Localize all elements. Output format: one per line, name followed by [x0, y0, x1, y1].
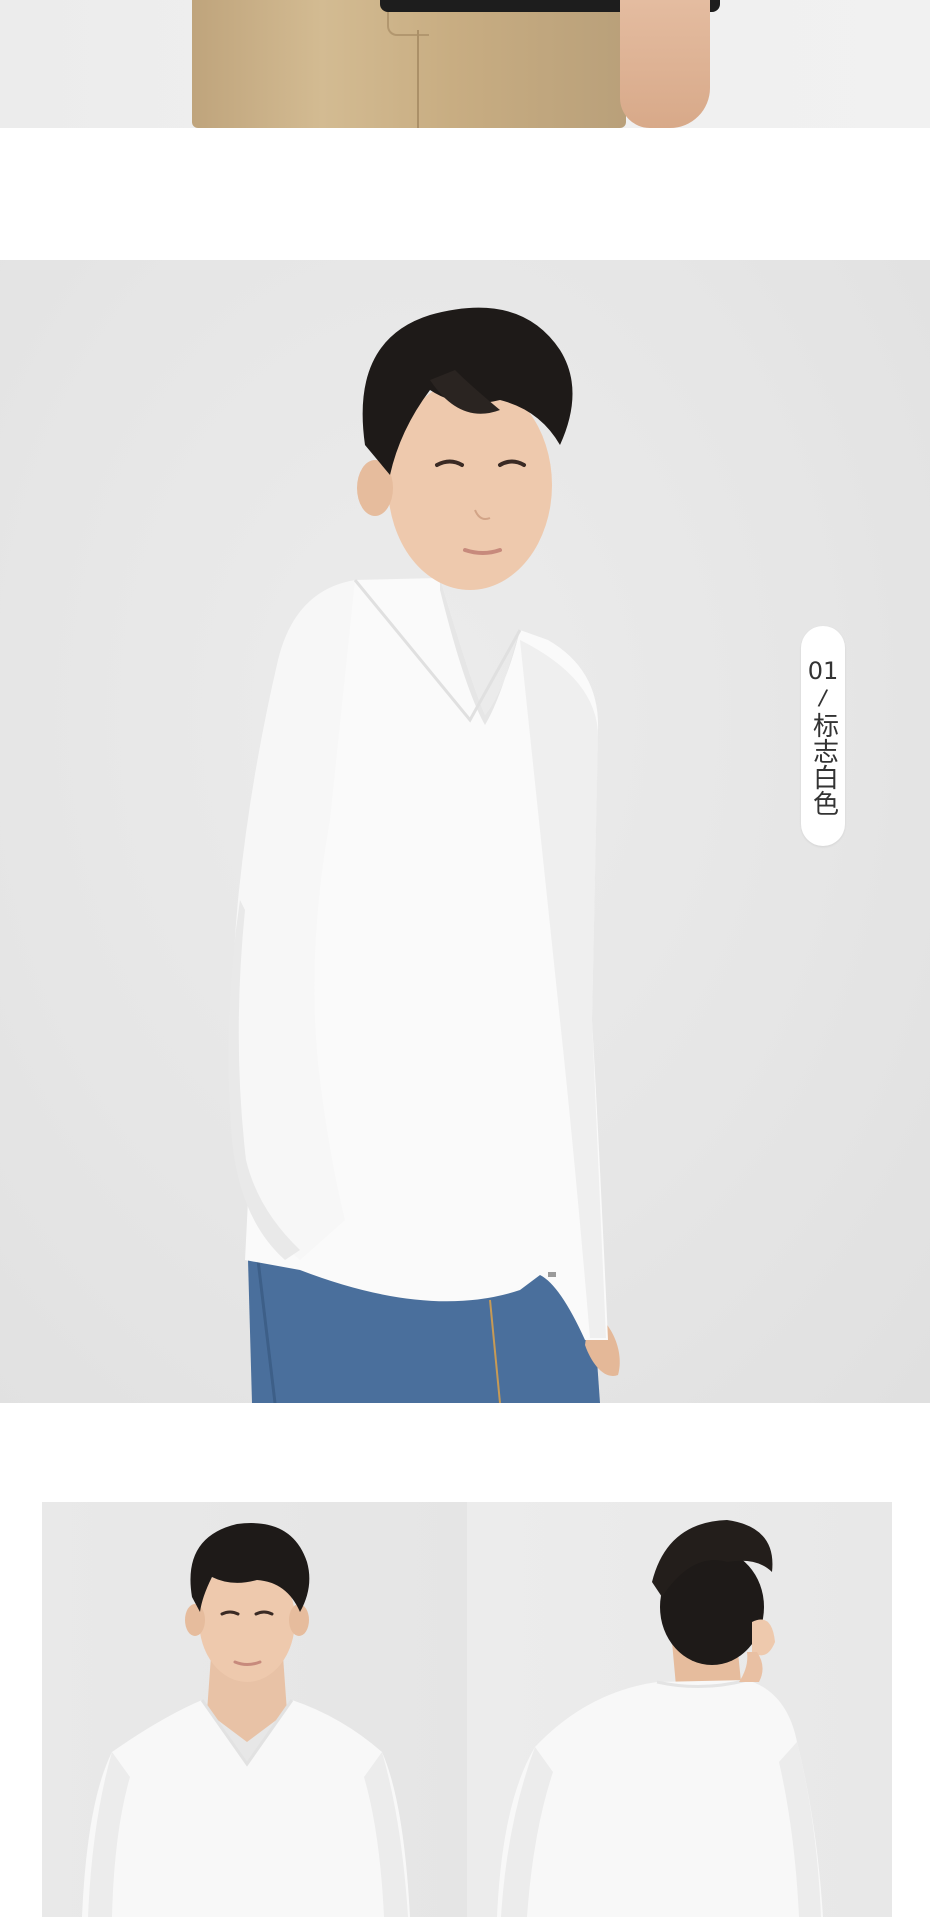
color-tag-number: 01	[807, 657, 839, 685]
back-shirt	[497, 1680, 823, 1917]
top-product-photo	[0, 0, 930, 128]
color-tag-separator: /	[817, 685, 829, 712]
back-view-photo	[467, 1502, 892, 1917]
back-ear	[752, 1619, 775, 1656]
detail-photo-row	[42, 1502, 892, 1917]
model-hand	[620, 0, 710, 128]
back-view-figure	[497, 1520, 823, 1917]
khaki-trousers	[192, 0, 626, 128]
color-variant-tag: 01 / 标志白色	[801, 626, 845, 846]
front-view-figure	[82, 1523, 410, 1917]
shirt-label	[548, 1272, 556, 1277]
model-figure	[228, 307, 620, 1403]
color-tag-name: 标志白色	[808, 712, 839, 816]
trouser-seam	[417, 30, 419, 128]
front-view-photo	[42, 1502, 467, 1917]
hero-product-photo: 01 / 标志白色	[0, 260, 930, 1403]
